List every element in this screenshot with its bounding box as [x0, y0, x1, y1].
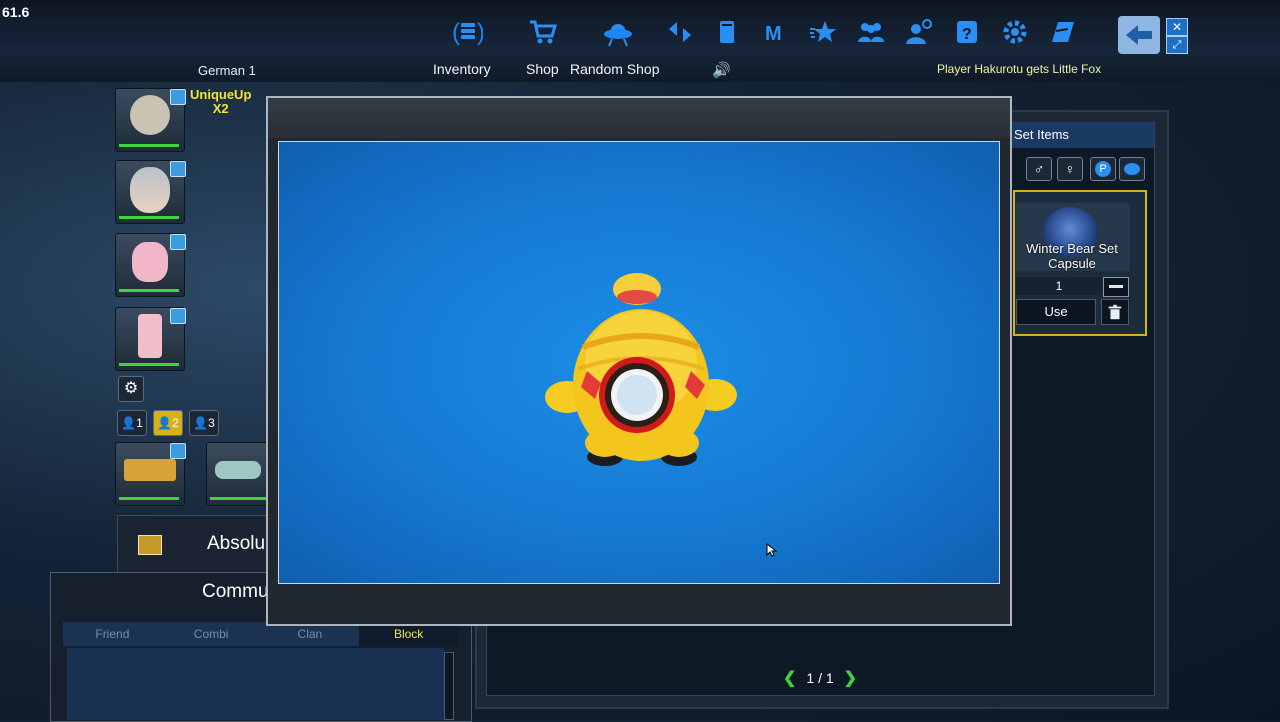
eraser-icon[interactable] — [1045, 14, 1081, 50]
durability-bar — [119, 216, 179, 219]
slot-tag-icon — [170, 308, 186, 324]
durability-bar — [119, 144, 179, 147]
announcement-ticker: Player Hakurotu gets Little Fox — [937, 62, 1102, 76]
community-list — [67, 648, 444, 720]
absolute-label: Absolu — [207, 533, 266, 554]
help-icon[interactable]: ? — [949, 14, 985, 50]
inventory-label[interactable]: Inventory — [433, 61, 491, 77]
friends-icon[interactable] — [853, 14, 889, 50]
back-arrow-icon[interactable] — [1118, 16, 1160, 54]
use-button[interactable]: Use — [1016, 299, 1096, 325]
svg-text:M: M — [765, 23, 782, 45]
unique-up-badge: UniqueUp X2 — [190, 87, 252, 116]
slot-tag-icon — [170, 234, 186, 250]
preset-button-3[interactable]: 👤 3 — [189, 410, 219, 436]
card-icon — [138, 535, 162, 555]
mouse-cursor — [766, 542, 778, 562]
svg-text:(: ( — [453, 19, 460, 46]
ufo-icon[interactable] — [600, 14, 636, 50]
preset-button-2[interactable]: 👤 2 — [153, 410, 183, 436]
prev-page-icon[interactable]: ❮ — [783, 668, 796, 688]
tab-friend[interactable]: Friend — [63, 622, 162, 646]
server-name: German 1 — [198, 63, 256, 78]
random-shop-label[interactable]: Random Shop — [570, 61, 660, 77]
user-gear-icon[interactable] — [901, 14, 937, 50]
item-name: Winter Bear Set Capsule — [1026, 241, 1118, 271]
inventory-icon[interactable]: () — [450, 14, 486, 50]
slot-tag-icon — [170, 161, 186, 177]
settings-gear-icon[interactable]: ⚙ — [118, 376, 144, 402]
shop-label[interactable]: Shop — [526, 61, 559, 77]
slot-tag-icon — [170, 443, 186, 459]
svg-text:?: ? — [962, 26, 972, 43]
gear-icon[interactable] — [997, 14, 1033, 50]
mail-m-icon[interactable]: M — [757, 14, 793, 50]
community-scrollbar[interactable] — [444, 652, 454, 720]
swap-icon[interactable] — [662, 14, 698, 50]
star-shout-icon[interactable] — [805, 14, 841, 50]
resize-icon[interactable]: ⤢ — [1166, 36, 1188, 54]
tab-combi[interactable]: Combi — [162, 622, 261, 646]
shop-cart-icon[interactable] — [525, 14, 561, 50]
durability-bar — [210, 497, 266, 500]
next-page-icon[interactable]: ❯ — [844, 668, 857, 688]
modal-header — [268, 98, 1010, 138]
preset-button-1[interactable]: 👤 1 — [117, 410, 147, 436]
person-icon: 👤 — [193, 416, 209, 430]
pagination: ❮ 1 / 1 ❯ — [783, 668, 857, 688]
page-indicator: 1 / 1 — [806, 670, 834, 686]
item-quantity: 1 — [1016, 277, 1102, 295]
female-filter-icon[interactable]: ♀ — [1057, 157, 1083, 181]
capsule-model — [545, 273, 737, 466]
male-filter-icon[interactable]: ♂ — [1026, 157, 1052, 181]
durability-bar — [119, 363, 179, 366]
svg-text:): ) — [477, 19, 483, 46]
set-items-header: Set Items — [1012, 122, 1154, 148]
person-icon: 👤 — [121, 416, 137, 430]
close-icon[interactable]: ✕ — [1166, 18, 1188, 36]
premium-filter-icon[interactable]: P — [1090, 157, 1116, 181]
durability-bar — [119, 289, 179, 292]
item-preview-viewport[interactable] — [278, 141, 1000, 584]
durability-bar — [119, 497, 179, 500]
minus-icon[interactable] — [1103, 277, 1129, 297]
book-icon[interactable] — [709, 14, 745, 50]
slot-tag-icon — [170, 89, 186, 105]
trash-icon[interactable] — [1101, 299, 1129, 325]
fps-counter: 61.6 — [2, 4, 30, 20]
person-icon: 👤 — [157, 416, 173, 430]
eye-filter-icon[interactable] — [1119, 157, 1145, 181]
speaker-icon[interactable]: 🔊 — [712, 61, 731, 79]
